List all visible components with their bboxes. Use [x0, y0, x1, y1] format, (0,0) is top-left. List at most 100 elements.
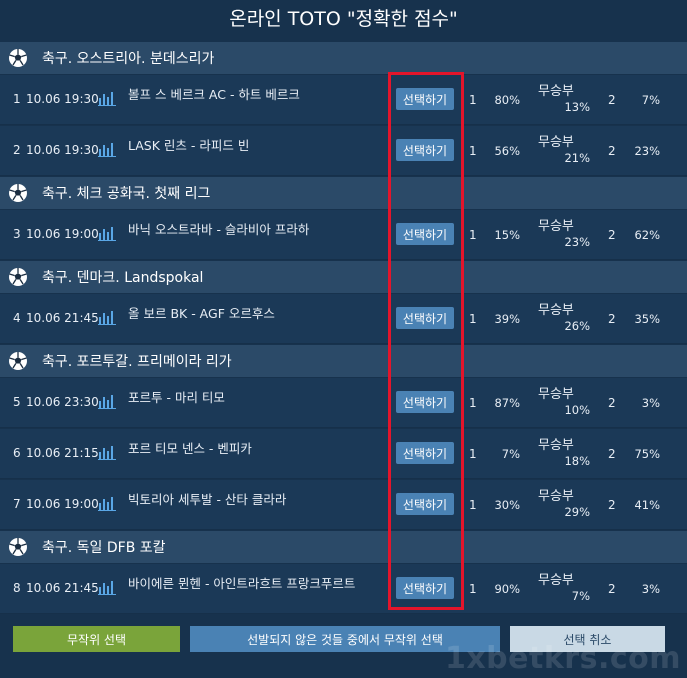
match-time: 10.06 19:30 — [26, 92, 99, 106]
away-win-label: 2 — [608, 312, 616, 326]
draw-percent: 21% — [564, 151, 590, 165]
select-button[interactable]: 선택하기 — [396, 139, 454, 161]
draw-label: 무승부 — [538, 438, 574, 453]
home-win-percent: 90% — [494, 582, 520, 596]
match-teams: 포르 티모 넨스 - 벤피카 — [128, 441, 252, 456]
away-win-label: 2 — [608, 447, 616, 461]
soccer-ball-icon — [9, 538, 27, 556]
match-teams: 바닉 오스트라바 - 슬라비아 프라하 — [128, 222, 310, 237]
select-button[interactable]: 선택하기 — [396, 577, 454, 599]
league-name: 축구. 체크 공화국. 첫째 리그 — [42, 186, 211, 202]
match-time: 10.06 23:30 — [26, 395, 99, 409]
soccer-ball-icon — [9, 49, 27, 67]
home-win-label: 1 — [469, 498, 477, 512]
away-win-percent: 62% — [634, 228, 660, 242]
match-number: 5 — [13, 395, 21, 409]
select-button[interactable]: 선택하기 — [396, 493, 454, 515]
draw-label: 무승부 — [538, 84, 574, 99]
league-header: 축구. 독일 DFB 포칼 — [0, 531, 687, 563]
match-row: 1 10.06 19:30 볼프 스 베르크 AC - 하트 베르크 선택하기 … — [0, 75, 687, 125]
league-name: 축구. 오스트리아. 분데스리가 — [42, 51, 215, 67]
league-header: 축구. 체크 공화국. 첫째 리그 — [0, 177, 687, 209]
match-teams: 포르투 - 마리 티모 — [128, 390, 225, 405]
league-name: 축구. 덴마크. Landspokal — [42, 270, 204, 286]
match-number: 8 — [13, 581, 21, 595]
match-row: 8 10.06 21:45 바이에른 뮌헨 - 아인트라흐트 프랑크푸르트 선택… — [0, 564, 687, 614]
match-row: 7 10.06 19:00 빅토리아 세투발 - 산타 클라라 선택하기 1 3… — [0, 480, 687, 530]
home-win-label: 1 — [469, 396, 477, 410]
league-name: 축구. 독일 DFB 포칼 — [42, 540, 166, 556]
draw-percent: 13% — [564, 100, 590, 114]
statistics-icon[interactable] — [98, 579, 116, 595]
draw-percent: 7% — [571, 589, 590, 603]
home-win-label: 1 — [469, 447, 477, 461]
home-win-label: 1 — [469, 582, 477, 596]
statistics-icon[interactable] — [98, 90, 116, 106]
match-teams: 볼프 스 베르크 AC - 하트 베르크 — [128, 87, 300, 102]
match-number: 7 — [13, 497, 21, 511]
match-time: 10.06 19:30 — [26, 143, 99, 157]
soccer-ball-icon — [9, 184, 27, 202]
home-win-label: 1 — [469, 228, 477, 242]
page-title: 온라인 TOTO "정확한 점수" — [229, 8, 458, 30]
match-time: 10.06 21:45 — [26, 311, 99, 325]
league-header: 축구. 덴마크. Landspokal — [0, 261, 687, 293]
match-teams: 빅토리아 세투발 - 산타 클라라 — [128, 492, 287, 507]
home-win-percent: 80% — [494, 93, 520, 107]
select-button[interactable]: 선택하기 — [396, 442, 454, 464]
home-win-percent: 87% — [494, 396, 520, 410]
statistics-icon[interactable] — [98, 393, 116, 409]
home-win-percent: 56% — [494, 144, 520, 158]
away-win-percent: 3% — [641, 582, 660, 596]
away-win-label: 2 — [608, 396, 616, 410]
match-teams: 바이에른 뮌헨 - 아인트라흐트 프랑크푸르트 — [128, 576, 356, 591]
away-win-percent: 23% — [634, 144, 660, 158]
statistics-icon[interactable] — [98, 225, 116, 241]
match-time: 10.06 19:00 — [26, 227, 99, 241]
match-number: 3 — [13, 227, 21, 241]
home-win-percent: 39% — [494, 312, 520, 326]
match-teams: 올 보르 BK - AGF 오르후스 — [128, 306, 275, 321]
match-number: 2 — [13, 143, 21, 157]
home-win-percent: 7% — [501, 447, 520, 461]
match-row: 2 10.06 19:30 LASK 린츠 - 라피드 빈 선택하기 1 56%… — [0, 126, 687, 176]
away-win-label: 2 — [608, 228, 616, 242]
home-win-percent: 15% — [494, 228, 520, 242]
draw-label: 무승부 — [538, 573, 574, 588]
match-number: 4 — [13, 311, 21, 325]
home-win-label: 1 — [469, 93, 477, 107]
statistics-icon[interactable] — [98, 309, 116, 325]
home-win-label: 1 — [469, 144, 477, 158]
draw-label: 무승부 — [538, 303, 574, 318]
draw-percent: 10% — [564, 403, 590, 417]
draw-label: 무승부 — [538, 219, 574, 234]
soccer-ball-icon — [9, 352, 27, 370]
match-teams: LASK 린츠 - 라피드 빈 — [128, 138, 250, 153]
random-select-button[interactable]: 무작위 선택 — [13, 626, 180, 652]
away-win-label: 2 — [608, 93, 616, 107]
select-button[interactable]: 선택하기 — [396, 223, 454, 245]
home-win-label: 1 — [469, 312, 477, 326]
statistics-icon[interactable] — [98, 444, 116, 460]
away-win-percent: 3% — [641, 396, 660, 410]
match-number: 1 — [13, 92, 21, 106]
away-win-percent: 35% — [634, 312, 660, 326]
league-header: 축구. 포르투갈. 프리메이라 리가 — [0, 345, 687, 377]
away-win-label: 2 — [608, 498, 616, 512]
away-win-label: 2 — [608, 582, 616, 596]
draw-percent: 29% — [564, 505, 590, 519]
select-button[interactable]: 선택하기 — [396, 391, 454, 413]
match-time: 10.06 19:00 — [26, 497, 99, 511]
select-button[interactable]: 선택하기 — [396, 88, 454, 110]
away-win-percent: 41% — [634, 498, 660, 512]
draw-label: 무승부 — [538, 135, 574, 150]
match-row: 3 10.06 19:00 바닉 오스트라바 - 슬라비아 프라하 선택하기 1… — [0, 210, 687, 260]
select-button[interactable]: 선택하기 — [396, 307, 454, 329]
away-win-percent: 7% — [641, 93, 660, 107]
statistics-icon[interactable] — [98, 495, 116, 511]
match-time: 10.06 21:45 — [26, 581, 99, 595]
draw-percent: 26% — [564, 319, 590, 333]
draw-label: 무승부 — [538, 489, 574, 504]
statistics-icon[interactable] — [98, 141, 116, 157]
home-win-percent: 30% — [494, 498, 520, 512]
